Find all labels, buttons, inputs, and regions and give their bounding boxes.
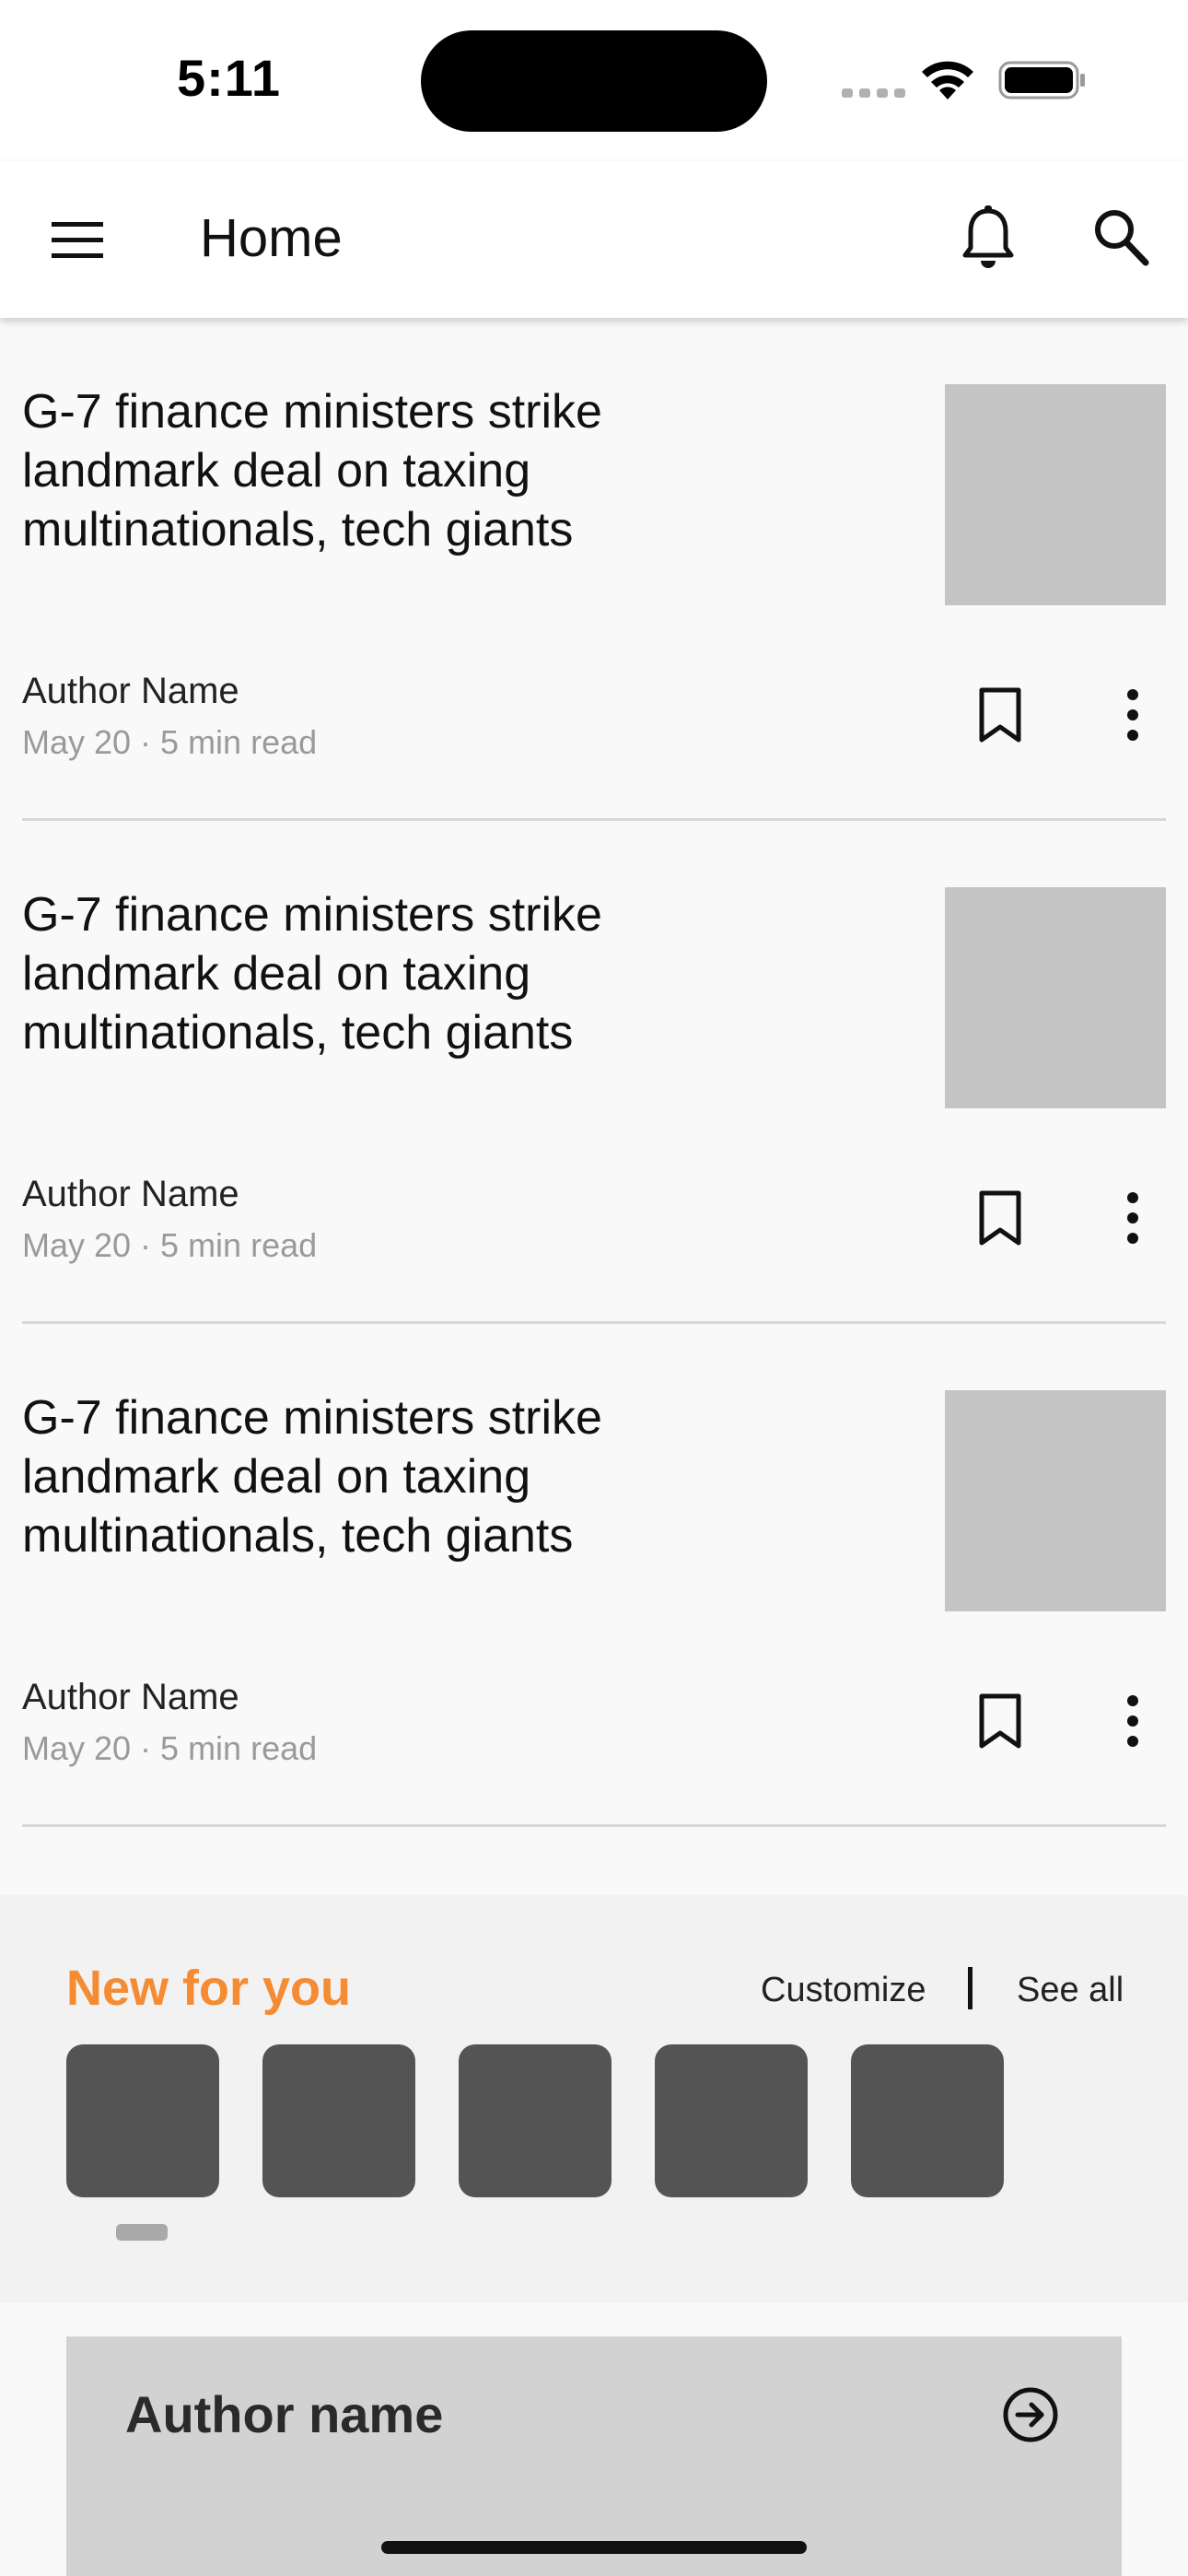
section-title: New for you: [66, 1961, 352, 2016]
article-author: Author Name: [22, 1174, 239, 1214]
see-all-link[interactable]: See all: [1017, 1971, 1124, 2010]
article-author: Author Name: [22, 1677, 239, 1717]
article-meta: May 20 · 5 min read: [22, 1729, 318, 1767]
more-vertical-icon[interactable]: [1114, 1189, 1151, 1247]
status-time: 5:11: [177, 49, 281, 107]
article-thumbnail[interactable]: [945, 1390, 1166, 1611]
topic-tile[interactable]: [655, 2044, 808, 2197]
app-bar: Home: [0, 161, 1188, 318]
dynamic-island: [421, 30, 767, 132]
article-title[interactable]: G-7 finance ministers strike landmark de…: [22, 1388, 777, 1565]
article-card[interactable]: G-7 finance ministers strike landmark de…: [0, 1324, 1188, 1827]
menu-icon[interactable]: [44, 209, 111, 270]
article-card[interactable]: G-7 finance ministers strike landmark de…: [0, 821, 1188, 1324]
link-separator: [968, 1967, 973, 2009]
topic-tile[interactable]: [851, 2044, 1004, 2197]
customize-link[interactable]: Customize: [761, 1971, 926, 2010]
search-icon[interactable]: [1090, 205, 1151, 270]
divider: [22, 1824, 1166, 1827]
status-bar: 5:11: [0, 0, 1188, 161]
article-meta: May 20 · 5 min read: [22, 723, 318, 761]
article-card[interactable]: G-7 finance ministers strike landmark de…: [0, 318, 1188, 821]
scroll-indicator: [116, 2224, 168, 2241]
battery-icon: [998, 61, 1085, 100]
article-title[interactable]: G-7 finance ministers strike landmark de…: [22, 885, 777, 1062]
article-thumbnail[interactable]: [945, 887, 1166, 1108]
more-vertical-icon[interactable]: [1114, 1692, 1151, 1750]
topic-tile[interactable]: [262, 2044, 415, 2197]
new-for-you-section: New for you Customize See all: [0, 1895, 1188, 2302]
bookmark-icon[interactable]: [974, 1692, 1026, 1750]
topic-tile[interactable]: [66, 2044, 219, 2197]
article-author: Author Name: [22, 671, 239, 711]
signal-icon: [842, 88, 906, 98]
page-title: Home: [200, 208, 343, 268]
bookmark-icon[interactable]: [974, 1189, 1026, 1247]
app-screen: 5:11 Home G-7 finance ministers strike l…: [0, 0, 1188, 2576]
arrow-right-circle-icon[interactable]: [1000, 2384, 1061, 2445]
bookmark-icon[interactable]: [974, 686, 1026, 744]
more-vertical-icon[interactable]: [1114, 686, 1151, 744]
author-card[interactable]: Author name: [66, 2336, 1122, 2576]
article-title[interactable]: G-7 finance ministers strike landmark de…: [22, 382, 777, 559]
article-meta: May 20 · 5 min read: [22, 1226, 318, 1264]
author-card-name: Author name: [125, 2385, 444, 2443]
status-icons: [842, 57, 1087, 103]
bell-icon[interactable]: [958, 204, 1019, 272]
wifi-icon: [922, 61, 973, 100]
topic-tile[interactable]: [459, 2044, 611, 2197]
home-indicator[interactable]: [381, 2541, 807, 2554]
article-thumbnail[interactable]: [945, 384, 1166, 605]
